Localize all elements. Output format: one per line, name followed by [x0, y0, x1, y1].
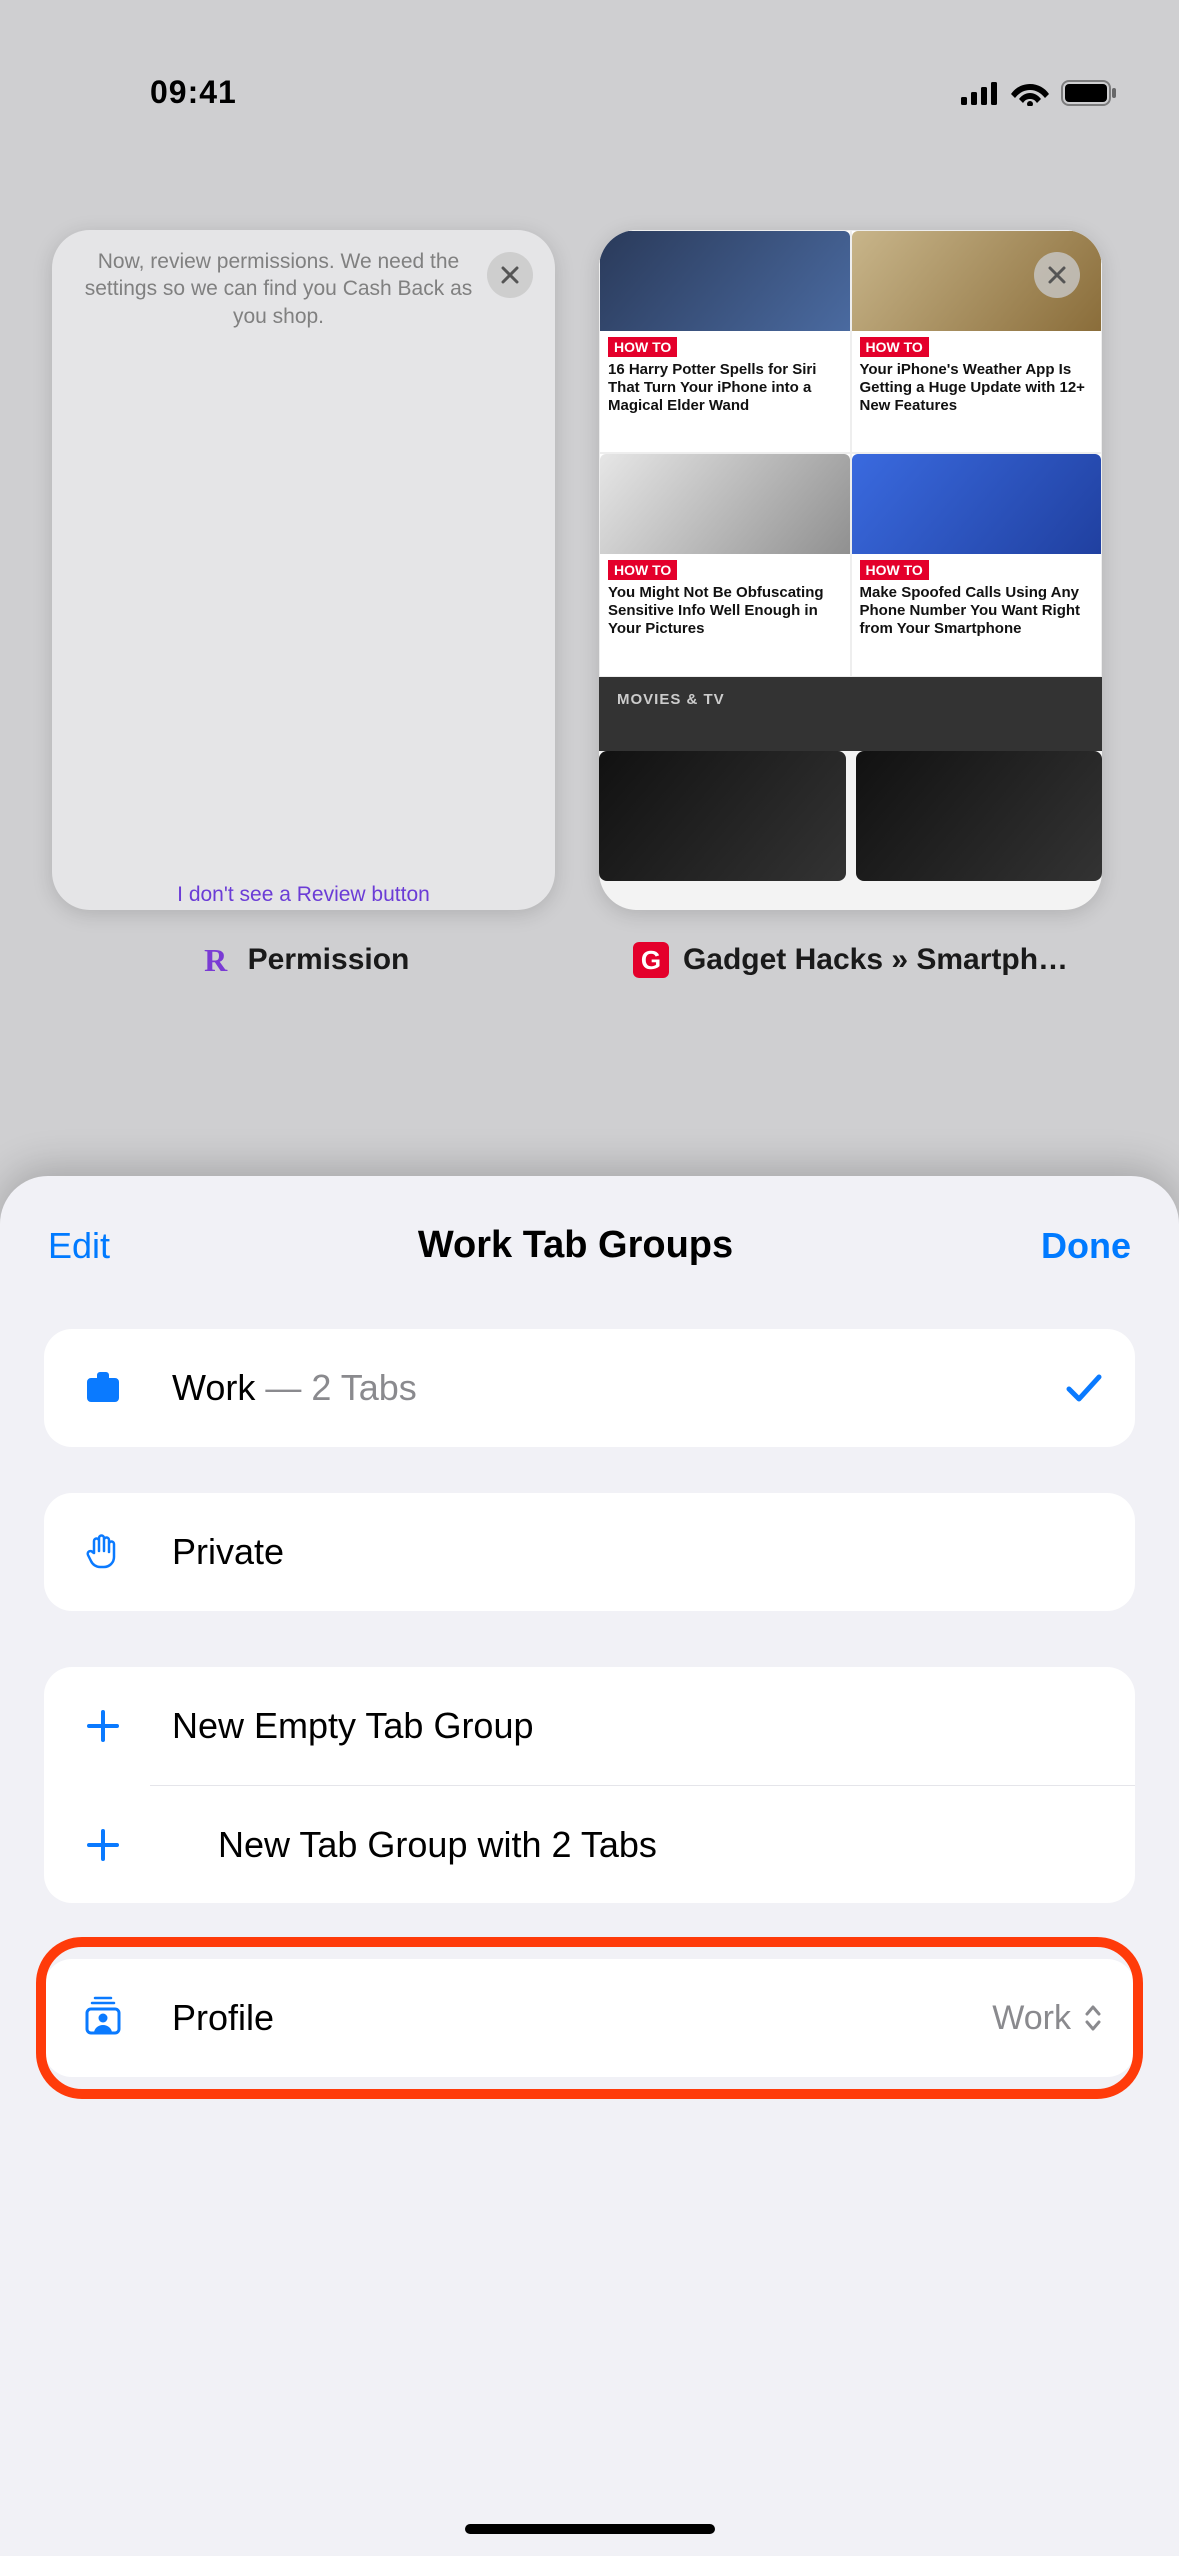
tab-overview-grid: Now, review permissions. We need the set…	[52, 230, 1102, 978]
cellular-icon	[961, 81, 999, 105]
tab-card[interactable]: Now, review permissions. We need the set…	[52, 230, 555, 978]
row-label: New Empty Tab Group	[172, 1705, 1105, 1747]
tab-card[interactable]: HOW TO16 Harry Potter Spells for Siri Th…	[599, 230, 1102, 978]
done-button[interactable]: Done	[1041, 1225, 1131, 1267]
tab-group-private[interactable]: Private	[44, 1493, 1135, 1611]
site-favicon: R	[198, 942, 234, 978]
checkmark-icon	[1063, 1367, 1105, 1409]
site-favicon: G	[633, 942, 669, 978]
plus-icon	[83, 1706, 123, 1746]
section-header: MOVIES & TV	[599, 677, 1102, 751]
tab-group-work[interactable]: Work — 2 Tabs	[44, 1329, 1135, 1447]
wifi-icon	[1011, 80, 1049, 106]
close-tab-button[interactable]	[1034, 252, 1080, 298]
group-name: Work	[172, 1367, 255, 1408]
hand-icon	[82, 1531, 124, 1573]
tab1-preview-text: Now, review permissions. We need the set…	[72, 248, 485, 330]
article-tag: HOW TO	[608, 560, 677, 580]
briefcase-icon	[83, 1368, 123, 1408]
close-tab-button[interactable]	[487, 252, 533, 298]
article-headline: Your iPhone's Weather App Is Getting a H…	[852, 359, 1102, 423]
article-headline: You Might Not Be Obfuscating Sensitive I…	[600, 582, 850, 646]
profile-picker[interactable]: Profile Work	[44, 1959, 1135, 2077]
profile-value: Work	[992, 1999, 1105, 2038]
profile-card-icon	[80, 1995, 126, 2041]
plus-icon	[83, 1825, 123, 1865]
edit-button[interactable]: Edit	[48, 1225, 110, 1267]
new-empty-tab-group[interactable]: New Empty Tab Group	[44, 1667, 1135, 1785]
home-indicator[interactable]	[465, 2524, 715, 2534]
group-count: — 2 Tabs	[265, 1367, 416, 1408]
sheet-title: Work Tab Groups	[418, 1224, 733, 1267]
tab-title: Permission	[248, 943, 410, 977]
tab-title: Gadget Hacks » Smartph…	[683, 943, 1068, 977]
status-time: 09:41	[150, 74, 237, 111]
article-headline: 16 Harry Potter Spells for Siri That Tur…	[600, 359, 850, 423]
tab-title-row: R Permission	[52, 942, 555, 978]
tab-title-row: G Gadget Hacks » Smartph…	[599, 942, 1102, 978]
tab-groups-sheet: Edit Work Tab Groups Done Work — 2 Tabs	[0, 1176, 1179, 2556]
row-label: New Tab Group with 2 Tabs	[218, 1824, 1105, 1866]
new-tab-group-with-tabs[interactable]: New Tab Group with 2 Tabs	[150, 1785, 1135, 1903]
close-icon	[1045, 263, 1069, 287]
row-label: Profile	[172, 1997, 952, 2039]
chevron-up-down-icon	[1081, 2002, 1105, 2034]
article-tag: HOW TO	[860, 337, 929, 357]
row-label: Work — 2 Tabs	[172, 1367, 1023, 1409]
status-bar: 09:41	[0, 0, 1179, 100]
battery-icon	[1061, 80, 1119, 106]
article-tag: HOW TO	[608, 337, 677, 357]
article-headline: Make Spoofed Calls Using Any Phone Numbe…	[852, 582, 1102, 646]
close-icon	[498, 263, 522, 287]
row-label: Private	[172, 1531, 1105, 1573]
tab1-preview-footer: I don't see a Review button	[52, 883, 555, 907]
sheet-header: Edit Work Tab Groups Done	[0, 1224, 1179, 1267]
article-tag: HOW TO	[860, 560, 929, 580]
status-indicators	[961, 80, 1119, 106]
